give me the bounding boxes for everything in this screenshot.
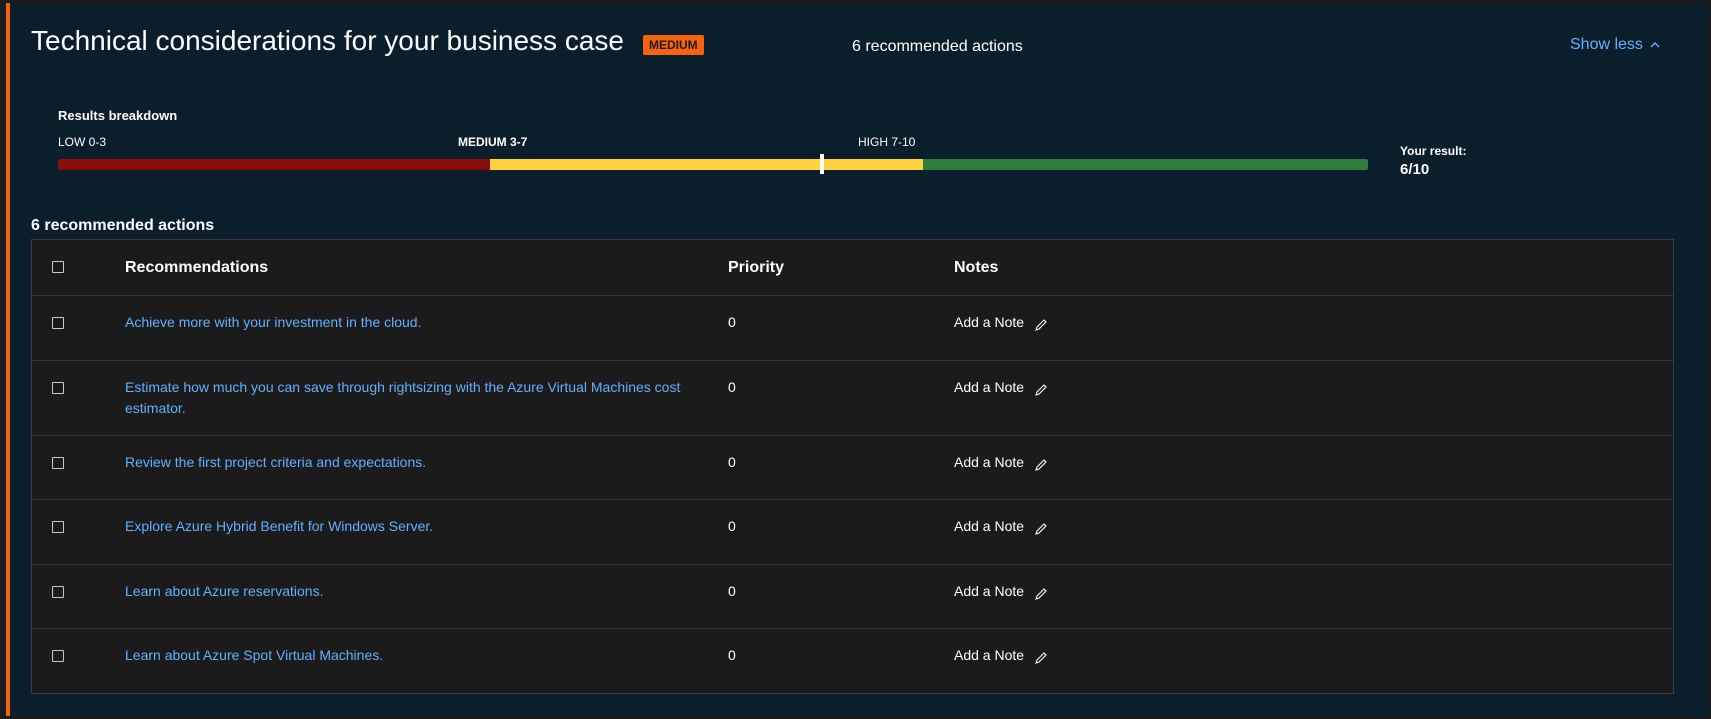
page-title: Technical considerations for your busine… [31,25,624,56]
add-note-label: Add a Note [954,518,1025,534]
medium-range-label: MEDIUM 3-7 [458,135,528,149]
business-case-card: Technical considerations for your busine… [6,3,1709,716]
pencil-icon [1035,458,1047,471]
row-checkbox[interactable] [52,521,64,533]
add-note-button[interactable]: Add a Note [954,377,1048,398]
high-segment [922,159,1368,170]
recommendations-table: Recommendations Priority Notes Achieve m… [31,239,1674,694]
row-checkbox[interactable] [52,586,64,598]
result-label: Your result: [1400,144,1467,158]
select-all-checkbox[interactable] [52,261,64,273]
result-value: 6/10 [1400,161,1430,178]
recommendation-link[interactable]: Explore Azure Hybrid Benefit for Windows… [125,516,705,537]
add-note-label: Add a Note [954,379,1025,395]
breakdown-title: Results breakdown [58,108,178,123]
pencil-icon [1035,587,1047,600]
table-caption: 6 recommended actions [31,217,215,234]
row-checkbox[interactable] [52,650,64,662]
table-row: Estimate how much you can save through r… [32,361,1673,436]
table-row: Review the first project criteria and ex… [32,436,1673,500]
priority-value: 0 [728,379,736,395]
recommendation-link[interactable]: Learn about Azure reservations. [125,581,705,602]
recommendation-link[interactable]: Achieve more with your investment in the… [125,312,705,333]
score-bar [58,159,1368,170]
add-note-button[interactable]: Add a Note [954,645,1048,666]
table-row: Learn about Azure reservations. 0 Add a … [32,565,1673,629]
low-segment [58,159,491,170]
header-recommendations: Recommendations [125,259,269,276]
recommendation-link[interactable]: Estimate how much you can save through r… [125,377,705,419]
score-marker [820,154,825,174]
table-header-row: Recommendations Priority Notes [32,240,1673,296]
chevron-up-icon [1650,42,1660,48]
priority-value: 0 [728,454,736,470]
low-range-label: LOW 0-3 [58,135,107,149]
table-row: Explore Azure Hybrid Benefit for Windows… [32,500,1673,565]
recommended-count: 6 recommended actions [852,38,1023,55]
row-checkbox[interactable] [52,382,64,394]
pencil-icon [1035,318,1047,331]
add-note-button[interactable]: Add a Note [954,516,1048,537]
pencil-icon [1035,522,1047,535]
recommendation-link[interactable]: Learn about Azure Spot Virtual Machines. [125,645,705,666]
results-breakdown: Results breakdown LOW 0-3 MEDIUM 3-7 HIG… [20,98,1700,203]
high-range-label: HIGH 7-10 [858,135,916,149]
recommendation-link[interactable]: Review the first project criteria and ex… [125,452,705,473]
add-note-label: Add a Note [954,454,1025,470]
priority-value: 0 [728,518,736,534]
table-row: Learn about Azure Spot Virtual Machines.… [32,629,1673,693]
add-note-label: Add a Note [954,583,1025,599]
add-note-button[interactable]: Add a Note [954,581,1048,602]
priority-value: 0 [728,314,736,330]
header-notes: Notes [954,259,999,276]
status-badge: MEDIUM [643,35,704,55]
priority-value: 0 [728,583,736,599]
add-note-label: Add a Note [954,647,1025,663]
row-checkbox[interactable] [52,317,64,329]
add-note-button[interactable]: Add a Note [954,452,1048,473]
header-priority: Priority [728,259,785,276]
card-header: Technical considerations for your busine… [10,3,1709,83]
row-checkbox[interactable] [52,457,64,469]
add-note-button[interactable]: Add a Note [954,312,1048,333]
add-note-label: Add a Note [954,314,1025,330]
show-less-button[interactable]: Show less [1570,36,1661,54]
table-row: Achieve more with your investment in the… [32,296,1673,361]
medium-segment [490,159,923,170]
pencil-icon [1035,651,1047,664]
pencil-icon [1035,383,1047,396]
show-less-label: Show less [1570,36,1643,53]
priority-value: 0 [728,647,736,663]
